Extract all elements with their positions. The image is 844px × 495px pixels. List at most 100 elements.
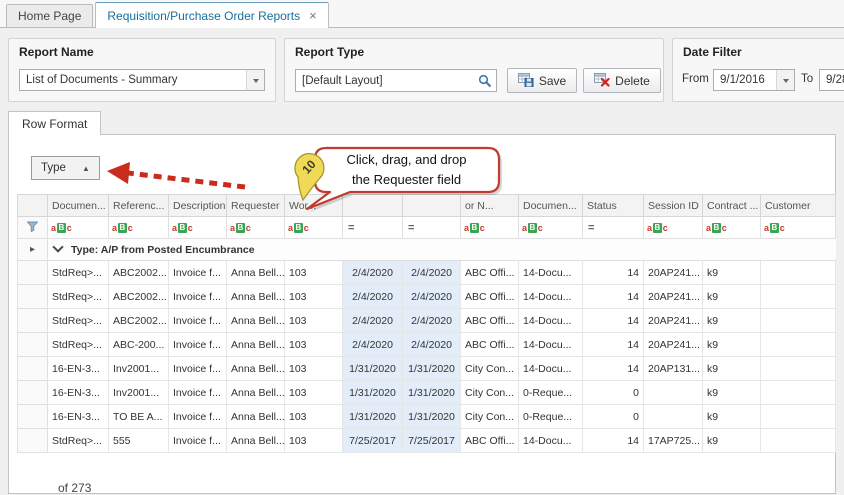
- grid-cell[interactable]: 7/25/2017: [403, 429, 461, 453]
- grid-cell[interactable]: 103: [285, 333, 343, 357]
- grid-cell[interactable]: 14: [583, 309, 644, 333]
- grid-cell[interactable]: [761, 333, 836, 357]
- delete-button[interactable]: Delete: [583, 68, 661, 93]
- filter-cell[interactable]: aBc: [461, 217, 519, 239]
- grid-cell[interactable]: ABC Offi...: [461, 333, 519, 357]
- grid-cell[interactable]: Invoice f...: [169, 285, 227, 309]
- grid-cell[interactable]: k9: [703, 429, 761, 453]
- column-header-or-n[interactable]: or N...: [461, 195, 519, 217]
- grid-cell[interactable]: 20AP241...: [644, 261, 703, 285]
- grid-cell[interactable]: 20AP241...: [644, 309, 703, 333]
- grid-cell[interactable]: Invoice f...: [169, 381, 227, 405]
- grid-cell[interactable]: k9: [703, 285, 761, 309]
- grid-cell[interactable]: Anna Bell...: [227, 285, 285, 309]
- grid-cell[interactable]: Anna Bell...: [227, 261, 285, 285]
- grid-cell[interactable]: 0: [583, 381, 644, 405]
- grid-cell[interactable]: Anna Bell...: [227, 381, 285, 405]
- tab-home-page[interactable]: Home Page: [6, 4, 93, 27]
- grid-cell[interactable]: Invoice f...: [169, 357, 227, 381]
- grid-cell[interactable]: City Con...: [461, 405, 519, 429]
- grid-cell[interactable]: 103: [285, 357, 343, 381]
- filter-cell[interactable]: aBc: [169, 217, 227, 239]
- table-row[interactable]: StdReq>...ABC2002...Invoice f...Anna Bel…: [18, 309, 836, 333]
- grid-cell[interactable]: 1/31/2020: [343, 357, 403, 381]
- column-header-wor[interactable]: Wor...: [285, 195, 343, 217]
- grid-cell[interactable]: Invoice f...: [169, 261, 227, 285]
- column-header-session-id[interactable]: Session ID: [644, 195, 703, 217]
- grid-cell[interactable]: 14-Docu...: [519, 285, 583, 309]
- grid-cell[interactable]: 2/4/2020: [403, 285, 461, 309]
- grid-cell[interactable]: 103: [285, 261, 343, 285]
- grid-cell[interactable]: [761, 261, 836, 285]
- column-header-documen[interactable]: Documen...: [519, 195, 583, 217]
- grid-cell[interactable]: k9: [703, 333, 761, 357]
- grid-cell[interactable]: [761, 429, 836, 453]
- grid-cell[interactable]: 14: [583, 261, 644, 285]
- grid-cell[interactable]: StdReq>...: [48, 429, 109, 453]
- grid-cell[interactable]: 1/31/2020: [343, 405, 403, 429]
- grid-cell[interactable]: 14-Docu...: [519, 429, 583, 453]
- filter-cell[interactable]: =: [583, 217, 644, 239]
- grid-cell[interactable]: 103: [285, 381, 343, 405]
- filter-cell[interactable]: aBc: [703, 217, 761, 239]
- filter-cell[interactable]: aBc: [48, 217, 109, 239]
- filter-cell[interactable]: aBc: [285, 217, 343, 239]
- grid-cell[interactable]: 2/4/2020: [343, 333, 403, 357]
- grid-cell[interactable]: Inv2001...: [109, 381, 169, 405]
- grid-cell[interactable]: 103: [285, 405, 343, 429]
- grid-cell[interactable]: ABC-200...: [109, 333, 169, 357]
- grid-cell[interactable]: 16-EN-3...: [48, 405, 109, 429]
- grid-cell[interactable]: 2/4/2020: [343, 261, 403, 285]
- grid-cell[interactable]: 14-Docu...: [519, 333, 583, 357]
- grid-cell[interactable]: Anna Bell...: [227, 309, 285, 333]
- from-date-picker[interactable]: 9/1/2016: [713, 69, 795, 91]
- grid-cell[interactable]: [761, 357, 836, 381]
- grid-cell[interactable]: 0-Reque...: [519, 381, 583, 405]
- grid-cell[interactable]: k9: [703, 309, 761, 333]
- close-icon[interactable]: ×: [309, 9, 317, 22]
- grid-cell[interactable]: k9: [703, 261, 761, 285]
- grid-cell[interactable]: k9: [703, 405, 761, 429]
- grid-cell[interactable]: 17AP725...: [644, 429, 703, 453]
- grid-cell[interactable]: 2/4/2020: [343, 285, 403, 309]
- grid-cell[interactable]: 14: [583, 429, 644, 453]
- layout-input[interactable]: [296, 75, 474, 87]
- dropdown-arrow-icon[interactable]: [776, 70, 794, 90]
- grid-cell[interactable]: 1/31/2020: [343, 381, 403, 405]
- grid-cell[interactable]: StdReq>...: [48, 309, 109, 333]
- grid-cell[interactable]: 555: [109, 429, 169, 453]
- grid-cell[interactable]: City Con...: [461, 381, 519, 405]
- table-row[interactable]: 16-EN-3...TO BE A...Invoice f...Anna Bel…: [18, 405, 836, 429]
- grid-cell[interactable]: 16-EN-3...: [48, 357, 109, 381]
- grid-cell[interactable]: StdReq>...: [48, 261, 109, 285]
- grid-cell[interactable]: Invoice f...: [169, 309, 227, 333]
- filter-cell[interactable]: aBc: [761, 217, 836, 239]
- table-row[interactable]: StdReq>...ABC2002...Invoice f...Anna Bel…: [18, 285, 836, 309]
- grid-cell[interactable]: ABC2002...: [109, 309, 169, 333]
- column-header-customer[interactable]: Customer: [761, 195, 836, 217]
- column-header-blank-5[interactable]: [343, 195, 403, 217]
- column-header-contract[interactable]: Contract ...: [703, 195, 761, 217]
- grid-cell[interactable]: 20AP241...: [644, 333, 703, 357]
- grid-cell[interactable]: Inv2001...: [109, 357, 169, 381]
- grid-cell[interactable]: k9: [703, 357, 761, 381]
- grid-cell[interactable]: 103: [285, 429, 343, 453]
- dropdown-arrow-icon[interactable]: [246, 70, 264, 90]
- column-header-blank-6[interactable]: [403, 195, 461, 217]
- grid-cell[interactable]: [761, 381, 836, 405]
- grid-cell[interactable]: ABC Offi...: [461, 309, 519, 333]
- filter-cell[interactable]: aBc: [227, 217, 285, 239]
- grid-cell[interactable]: 14-Docu...: [519, 357, 583, 381]
- table-row[interactable]: StdReq>...ABC-200...Invoice f...Anna Bel…: [18, 333, 836, 357]
- table-row[interactable]: 16-EN-3...Inv2001...Invoice f...Anna Bel…: [18, 381, 836, 405]
- filter-cell[interactable]: aBc: [644, 217, 703, 239]
- grid-cell[interactable]: Anna Bell...: [227, 405, 285, 429]
- grid-cell[interactable]: 20AP241...: [644, 285, 703, 309]
- column-header-referenc[interactable]: Referenc...: [109, 195, 169, 217]
- row-expand-arrow-icon[interactable]: ▸: [18, 239, 48, 261]
- table-row[interactable]: 16-EN-3...Inv2001...Invoice f...Anna Bel…: [18, 357, 836, 381]
- grid-cell[interactable]: ABC2002...: [109, 285, 169, 309]
- grid-cell[interactable]: Invoice f...: [169, 429, 227, 453]
- grid-cell[interactable]: 2/4/2020: [343, 309, 403, 333]
- column-header-documen[interactable]: Documen...: [48, 195, 109, 217]
